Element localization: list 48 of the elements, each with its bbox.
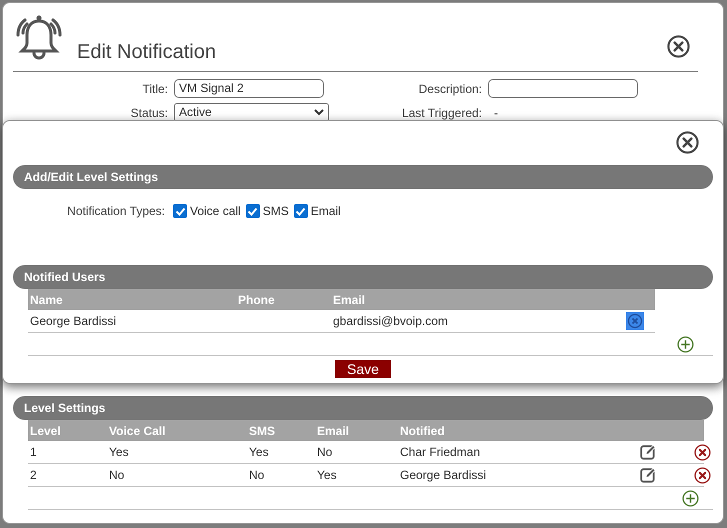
table-cell-text: No bbox=[316, 445, 334, 459]
field-label: Last Triggered: bbox=[400, 106, 483, 120]
table-cell-text: No bbox=[108, 468, 126, 482]
column-header: Level bbox=[29, 424, 62, 438]
table-cell-text: Yes bbox=[316, 468, 338, 482]
section-header: Notified Users bbox=[13, 265, 713, 289]
table-cell-text: No bbox=[248, 468, 266, 482]
table-cell-text: Char Friedman bbox=[399, 445, 482, 459]
save-button[interactable]: Save bbox=[335, 360, 391, 378]
table-cell-text: 1 bbox=[29, 445, 38, 459]
add-icon[interactable] bbox=[677, 336, 694, 352]
field-value: - bbox=[493, 106, 498, 120]
close-icon[interactable] bbox=[667, 35, 690, 58]
checkbox-label: SMS bbox=[262, 204, 289, 218]
column-header: Voice Call bbox=[108, 424, 166, 438]
column-header: SMS bbox=[248, 424, 276, 438]
checkbox-label: Voice call bbox=[190, 204, 241, 218]
checkbox[interactable] bbox=[173, 204, 187, 218]
table-cell-text: George Bardissi bbox=[29, 314, 118, 328]
table-cell-text: George Bardissi bbox=[399, 468, 488, 482]
delete-icon[interactable] bbox=[694, 466, 710, 484]
table-cell-text: gbardissi@bvoip.com bbox=[332, 314, 449, 328]
table-cell-text: Yes bbox=[108, 445, 130, 459]
checkbox-label: Email bbox=[310, 204, 341, 218]
section-header: Level Settings bbox=[13, 396, 713, 420]
table-cell-text: Yes bbox=[248, 445, 270, 459]
column-header: Name bbox=[29, 292, 64, 306]
checkbox[interactable] bbox=[294, 204, 308, 218]
table-cell-text: 2 bbox=[29, 468, 38, 482]
edit-icon[interactable] bbox=[640, 467, 656, 483]
column-header: Notified bbox=[399, 424, 446, 438]
dialog-title: Edit Notification bbox=[77, 41, 217, 64]
field-label: Description: bbox=[418, 82, 483, 96]
checkbox[interactable] bbox=[246, 204, 260, 218]
input-field[interactable] bbox=[488, 79, 638, 98]
section-header: Add/Edit Level Settings bbox=[13, 165, 713, 189]
edit-icon[interactable] bbox=[640, 444, 656, 460]
caret-icon bbox=[314, 109, 324, 116]
add-icon[interactable] bbox=[682, 490, 699, 506]
column-header: Phone bbox=[237, 292, 276, 306]
input-field[interactable]: VM Signal 2 bbox=[174, 79, 324, 98]
field-label: Status: bbox=[130, 106, 169, 120]
column-header: Email bbox=[316, 424, 350, 438]
field-label: Title: bbox=[141, 82, 169, 96]
delete-icon[interactable] bbox=[694, 444, 710, 460]
field-label: Notification Types: bbox=[66, 204, 166, 218]
close-icon[interactable] bbox=[676, 131, 699, 154]
column-header: Email bbox=[332, 292, 366, 306]
